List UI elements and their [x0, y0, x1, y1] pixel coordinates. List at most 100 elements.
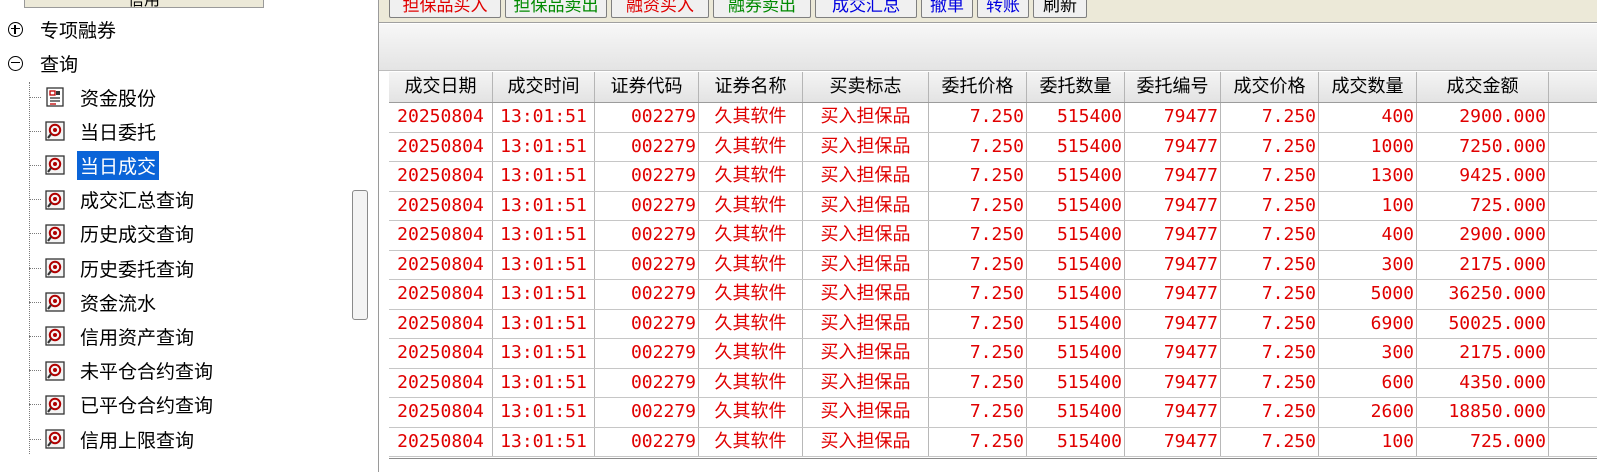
- tree-node-special-short[interactable]: 专项融券: [8, 12, 119, 46]
- toolbar-button[interactable]: 担保品卖出: [505, 0, 607, 18]
- table-cell: 100: [1319, 427, 1417, 456]
- tree-item-label[interactable]: 历史委托查询: [77, 254, 197, 283]
- table-cell: 36250.000: [1417, 280, 1549, 309]
- column-header[interactable]: 委托价格: [929, 72, 1027, 102]
- tree-item-label[interactable]: 已平仓合约查询: [77, 390, 216, 419]
- column-header[interactable]: 委托数量: [1027, 72, 1125, 102]
- table-cell: 515400: [1027, 221, 1125, 250]
- tree-item[interactable]: 资金股份: [29, 80, 159, 114]
- table-cell: 79477: [1125, 398, 1221, 427]
- tree-item-label[interactable]: 当日委托: [77, 117, 159, 146]
- table-row[interactable]: 20250804 13:01:51 002279 久其软件 买入担保品 7.250 5154…: [389, 191, 1597, 221]
- table-cell: 久其软件: [699, 398, 803, 427]
- table-cell: 13:01:51: [493, 427, 595, 456]
- column-header[interactable]: 成交时间: [493, 72, 595, 102]
- tree-item[interactable]: 信用资产查询: [29, 319, 197, 353]
- query-icon: [44, 360, 66, 382]
- column-header[interactable]: 证券名称: [699, 72, 803, 102]
- toolbar-button[interactable]: 撤单: [921, 0, 973, 18]
- table-cell: 1300: [1319, 162, 1417, 191]
- toolbar-button[interactable]: 融券卖出: [713, 0, 811, 18]
- tree-item[interactable]: 未平仓合约查询: [29, 354, 216, 388]
- table-cell: 515400: [1027, 398, 1125, 427]
- table-row[interactable]: 20250804 13:01:51 002279 久其软件 买入担保品 7.250 5154…: [389, 250, 1597, 280]
- table-cell: 买入担保品: [803, 427, 929, 456]
- toolbar-button[interactable]: 刷新: [1033, 0, 1087, 18]
- table-cell: 13:01:51: [493, 398, 595, 427]
- tree-item-label[interactable]: 资金股份: [77, 83, 159, 112]
- tree-item-label[interactable]: 历史成交查询: [77, 219, 197, 248]
- table-cell: 515400: [1027, 427, 1125, 456]
- table-row[interactable]: 20250804 13:01:51 002279 久其软件 买入担保品 7.250 5154…: [389, 280, 1597, 310]
- column-header[interactable]: 买卖标志: [803, 72, 929, 102]
- table-cell: 7.250: [1221, 191, 1319, 220]
- table-cell: 400: [1319, 221, 1417, 250]
- table-cell: 7.250: [1221, 427, 1319, 456]
- table-cell: 002279: [595, 103, 699, 132]
- table-row[interactable]: 20250804 13:01:51 002279 久其软件 买入担保品 7.250 5154…: [389, 221, 1597, 251]
- table-cell: 7.250: [929, 221, 1027, 250]
- tree-item[interactable]: 成交汇总查询: [29, 183, 197, 217]
- table-cell: 79477: [1125, 280, 1221, 309]
- table-row[interactable]: 20250804 13:01:51 002279 久其软件 买入担保品 7.250 5154…: [389, 339, 1597, 369]
- table-cell: 79477: [1125, 132, 1221, 161]
- tree-item-label[interactable]: 资金流水: [77, 288, 159, 317]
- table-cell: 515400: [1027, 368, 1125, 397]
- table-cell: 7.250: [1221, 162, 1319, 191]
- column-header[interactable]: 成交日期: [389, 72, 493, 102]
- table-cell: 600: [1319, 368, 1417, 397]
- table-row[interactable]: 20250804 13:01:51 002279 久其软件 买入担保品 7.250 5154…: [389, 427, 1597, 457]
- table-row[interactable]: 20250804 13:01:51 002279 久其软件 买入担保品 7.250 5154…: [389, 132, 1597, 162]
- column-header[interactable]: 成交金额: [1417, 72, 1549, 102]
- table-cell: 002279: [595, 339, 699, 368]
- tree-item-label[interactable]: 信用资产查询: [77, 322, 197, 351]
- table-cell: 久其软件: [699, 221, 803, 250]
- tree-item[interactable]: 已平仓合约查询: [29, 388, 216, 422]
- tree-item[interactable]: 信用上限查询: [29, 422, 197, 456]
- column-header[interactable]: 委托编号: [1125, 72, 1221, 102]
- table-cell: 久其软件: [699, 309, 803, 338]
- tree-scrollbar-thumb[interactable]: [352, 190, 368, 320]
- table-cell: 50025.000: [1417, 309, 1549, 338]
- credit-tab[interactable]: 信用: [24, 0, 264, 9]
- tree-item[interactable]: 资金流水: [29, 285, 159, 319]
- column-header[interactable]: 成交价格: [1221, 72, 1319, 102]
- table-cell: 20250804: [389, 132, 493, 161]
- table-row[interactable]: 20250804 13:01:51 002279 久其软件 买入担保品 7.250 5154…: [389, 368, 1597, 398]
- table-cell: 002279: [595, 162, 699, 191]
- table-cell: 20250804: [389, 398, 493, 427]
- table-cell: 79477: [1125, 250, 1221, 279]
- table-cell: 20250804: [389, 162, 493, 191]
- tree-item-label[interactable]: 未平仓合约查询: [77, 356, 216, 385]
- table-row[interactable]: 20250804 13:01:51 002279 久其软件 买入担保品 7.250 5154…: [389, 103, 1597, 133]
- table-cell: 7.250: [1221, 103, 1319, 132]
- table-cell: 7.250: [929, 250, 1027, 279]
- table-row[interactable]: 20250804 13:01:51 002279 久其软件 买入担保品 7.250 5154…: [389, 398, 1597, 428]
- table-cell: 725.000: [1417, 191, 1549, 220]
- table-cell: 79477: [1125, 221, 1221, 250]
- tree-node-label[interactable]: 专项融券: [37, 15, 119, 44]
- collapse-minus-icon[interactable]: [8, 55, 23, 71]
- tree-item[interactable]: 当日成交: [29, 148, 160, 182]
- toolbar-button[interactable]: 融资买入: [611, 0, 709, 18]
- tree-node-query[interactable]: 查询: [8, 46, 81, 80]
- column-header[interactable]: 成交数量: [1319, 72, 1417, 102]
- tree-item[interactable]: 历史委托查询: [29, 251, 197, 285]
- tree-item[interactable]: 历史成交查询: [29, 217, 197, 251]
- tree-item-label-selected[interactable]: 当日成交: [77, 150, 160, 180]
- tree-connector: [29, 233, 41, 235]
- expand-plus-icon[interactable]: [8, 21, 23, 37]
- toolbar-button[interactable]: 成交汇总: [815, 0, 917, 18]
- tree-item-label[interactable]: 信用上限查询: [77, 425, 197, 454]
- tree-item[interactable]: 当日委托: [29, 114, 159, 148]
- tree-node-label[interactable]: 查询: [37, 49, 81, 78]
- toolbar-button[interactable]: 担保品买入: [389, 0, 501, 18]
- column-header[interactable]: 证券代码: [595, 72, 699, 102]
- table-row[interactable]: 20250804 13:01:51 002279 久其软件 买入担保品 7.250 5154…: [389, 309, 1597, 339]
- table-cell: 002279: [595, 398, 699, 427]
- tree-item-label[interactable]: 成交汇总查询: [77, 185, 197, 214]
- table-row[interactable]: 20250804 13:01:51 002279 久其软件 买入担保品 7.250 5154…: [389, 162, 1597, 192]
- table-cell: 002279: [595, 191, 699, 220]
- table-cell: 6900: [1319, 309, 1417, 338]
- toolbar-button[interactable]: 转账: [977, 0, 1029, 18]
